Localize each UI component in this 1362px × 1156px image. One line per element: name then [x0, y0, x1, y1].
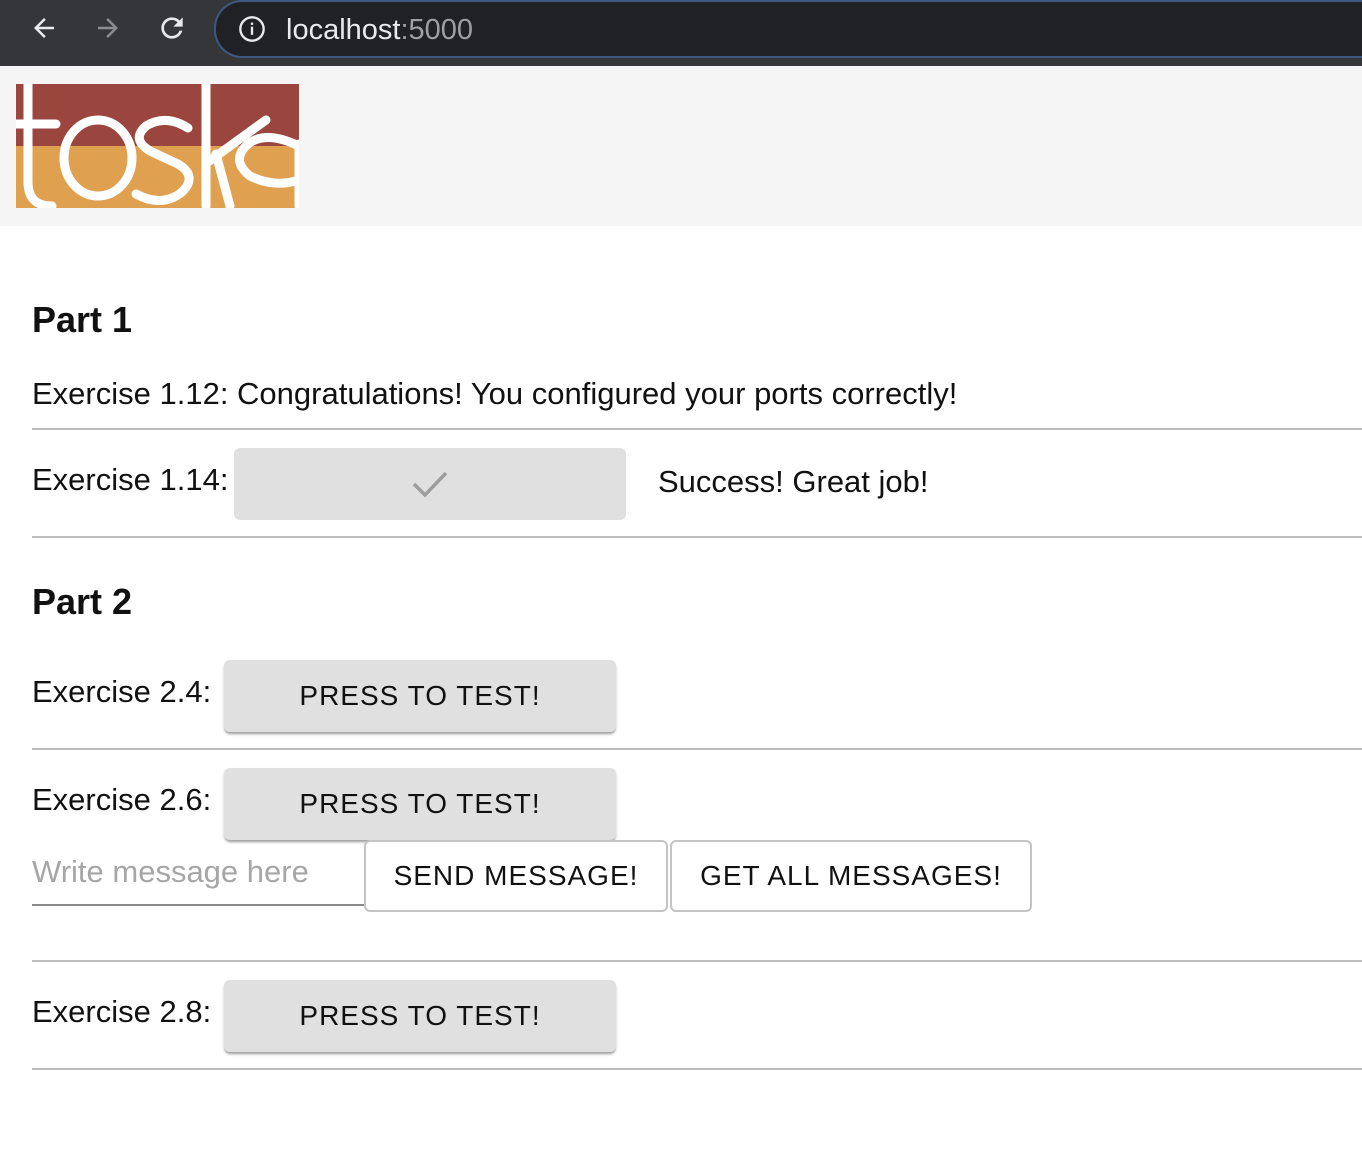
back-button[interactable]: [26, 10, 62, 46]
exercise-2-8-test-button[interactable]: PRESS TO TEST!: [224, 980, 616, 1052]
divider: [32, 428, 1362, 430]
exercise-2-4-test-button[interactable]: PRESS TO TEST!: [224, 660, 616, 732]
url-text: localhost:5000: [286, 12, 473, 48]
divider: [32, 960, 1362, 962]
reload-button[interactable]: [154, 10, 190, 46]
browser-toolbar: localhost:5000: [0, 0, 1362, 66]
address-bar[interactable]: localhost:5000: [214, 0, 1362, 58]
url-port: :5000: [400, 14, 474, 46]
part1-heading: Part 1: [32, 299, 133, 340]
exercise-1-14-status: Success! Great job!: [658, 464, 929, 499]
divider: [32, 536, 1362, 538]
part2-heading: Part 2: [32, 581, 133, 622]
forward-arrow-icon: [98, 18, 118, 38]
exercise-2-6-label: Exercise 2.6:: [32, 782, 212, 817]
exercise-1-12-text: Exercise 1.12: Congratulations! You conf…: [32, 376, 958, 411]
get-all-messages-button[interactable]: GET ALL MESSAGES!: [670, 840, 1032, 912]
toska-logo: [16, 84, 299, 208]
exercise-2-8-label: Exercise 2.8:: [32, 994, 212, 1029]
exercise-1-14-label: Exercise 1.14:: [32, 462, 229, 497]
send-message-button[interactable]: SEND MESSAGE!: [364, 840, 668, 912]
exercise-2-4-label: Exercise 2.4:: [32, 674, 212, 709]
back-arrow-icon: [34, 18, 54, 38]
exercise-1-14-button-done[interactable]: [234, 448, 626, 520]
checkmark-icon: [412, 471, 448, 498]
info-icon[interactable]: [238, 15, 266, 43]
forward-button[interactable]: [90, 10, 126, 46]
message-input[interactable]: [32, 840, 364, 906]
url-host: localhost: [286, 14, 401, 46]
app-header: [0, 66, 1362, 226]
divider: [32, 1068, 1362, 1070]
reload-icon: [161, 17, 183, 39]
exercise-2-6-test-button[interactable]: PRESS TO TEST!: [224, 768, 616, 840]
divider: [32, 748, 1362, 750]
